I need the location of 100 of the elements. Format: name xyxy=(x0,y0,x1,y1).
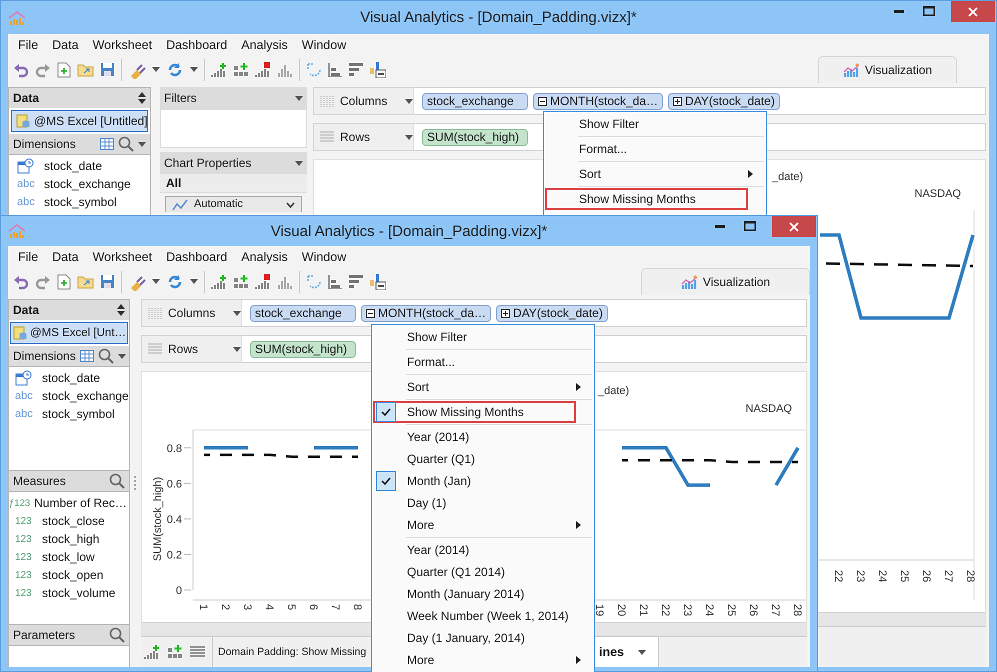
menu-bar-item[interactable]: Window xyxy=(298,36,354,54)
menu-bar-item[interactable]: Window xyxy=(298,248,354,266)
caret-icon[interactable] xyxy=(190,67,198,72)
menu-bar-item[interactable]: Data xyxy=(48,248,87,266)
field-pill[interactable]: DAY(stock_date) xyxy=(668,92,780,110)
bar-chart-remove-icon[interactable] xyxy=(255,62,271,78)
new-file-icon[interactable] xyxy=(57,62,71,78)
menu-item[interactable]: Quarter (Q1 2014) xyxy=(373,561,593,583)
redo-icon[interactable] xyxy=(35,274,51,290)
field-item[interactable]: ƒ123 Number of Rec… xyxy=(9,494,129,512)
menu-item[interactable]: Year (2014) xyxy=(373,539,593,561)
menu-bar-item[interactable]: Worksheet xyxy=(88,36,160,54)
menu-bar-item[interactable]: File xyxy=(14,36,46,54)
field-pill[interactable]: SUM(stock_high) xyxy=(250,340,356,358)
field-pill[interactable]: stock_exchange xyxy=(422,92,528,110)
menu-item[interactable]: Quarter (Q1) xyxy=(373,448,593,470)
search-icon[interactable] xyxy=(109,473,125,489)
field-pill[interactable]: MONTH(stock_da… xyxy=(533,92,664,110)
field-item[interactable]: 123 stock_high xyxy=(9,530,129,548)
collapse-icon[interactable] xyxy=(366,308,375,318)
caret-icon[interactable] xyxy=(118,354,126,358)
field-pill[interactable]: SUM(stock_high) xyxy=(422,128,528,146)
caret-icon[interactable] xyxy=(190,279,198,284)
menu-item[interactable]: Sort xyxy=(545,163,765,185)
menu-item[interactable]: Format... xyxy=(545,138,765,160)
field-item[interactable]: abc stock_symbol xyxy=(9,405,129,423)
menu-item[interactable]: Sort xyxy=(373,376,593,398)
sort-bars-icon[interactable] xyxy=(348,274,364,288)
close-button[interactable] xyxy=(951,1,995,22)
field-item[interactable]: stock_date xyxy=(9,369,129,387)
redo-icon[interactable] xyxy=(35,62,51,78)
bar-chart-remove-icon[interactable] xyxy=(255,274,271,290)
menu-item[interactable]: Month (January 2014) xyxy=(373,583,593,605)
field-pill[interactable]: MONTH(stock_da… xyxy=(361,304,492,322)
menu-bar-item[interactable]: Worksheet xyxy=(88,248,160,266)
horizontal-bars-icon[interactable] xyxy=(328,62,342,76)
bar-chart-add-icon[interactable] xyxy=(211,62,227,78)
sort-arrows-icon[interactable] xyxy=(138,92,146,104)
undo-icon[interactable] xyxy=(13,62,29,78)
folder-icon[interactable] xyxy=(77,62,94,76)
menu-bar-item[interactable]: File xyxy=(14,248,46,266)
menu-item[interactable]: Week Number (Week 1, 2014) xyxy=(373,605,593,627)
save-icon[interactable] xyxy=(100,62,115,77)
mark-type-dropdown[interactable]: Automatic xyxy=(165,196,302,212)
search-icon[interactable] xyxy=(118,136,134,152)
sort-arrows-icon[interactable] xyxy=(117,304,125,316)
list-icon[interactable] xyxy=(190,646,205,658)
data-source-item[interactable]: @MS Excel [Untitled] xyxy=(11,110,148,132)
menu-item[interactable]: Year (2014) xyxy=(373,426,593,448)
visualization-tab[interactable]: Visualization xyxy=(818,56,957,83)
field-item[interactable]: abc stock_symbol xyxy=(9,193,150,211)
field-item[interactable]: 123 stock_open xyxy=(9,566,129,584)
refresh-icon[interactable] xyxy=(166,60,184,78)
new-file-icon[interactable] xyxy=(57,274,71,290)
menu-item[interactable]: Show Missing Months xyxy=(545,188,748,210)
grid-add-icon[interactable] xyxy=(233,274,249,290)
field-item[interactable]: abc stock_exchange xyxy=(9,387,129,405)
caret-icon[interactable] xyxy=(405,98,413,104)
expand-icon[interactable] xyxy=(501,308,510,318)
save-icon[interactable] xyxy=(100,274,115,289)
refresh-icon[interactable] xyxy=(166,272,184,290)
caret-icon[interactable] xyxy=(138,142,146,146)
field-item[interactable]: 123 stock_close xyxy=(9,512,129,530)
menu-item[interactable]: Show Filter xyxy=(545,113,765,135)
caret-icon[interactable] xyxy=(233,310,241,316)
field-item[interactable]: abc stock_exchange xyxy=(9,175,150,193)
caret-icon[interactable] xyxy=(152,67,160,72)
bar-chart-add-icon[interactable] xyxy=(211,274,227,290)
menu-item[interactable]: Show Missing Months xyxy=(373,401,576,423)
search-icon[interactable] xyxy=(109,627,125,643)
menu-item[interactable]: Show Filter xyxy=(373,326,593,348)
menu-bar-item[interactable]: Dashboard xyxy=(162,36,236,54)
menu-item[interactable]: Day (1) xyxy=(373,492,593,514)
table-icon[interactable] xyxy=(80,350,94,362)
field-item[interactable]: stock_date xyxy=(9,157,150,175)
menu-item[interactable]: Month (Jan) xyxy=(373,470,593,492)
menu-bar-item[interactable]: Analysis xyxy=(237,36,296,54)
horizontal-bars-icon[interactable] xyxy=(328,274,342,288)
grid-add-icon[interactable] xyxy=(233,62,249,78)
menu-bar-item[interactable]: Analysis xyxy=(237,248,296,266)
menu-item[interactable]: More xyxy=(373,514,593,536)
table-icon[interactable] xyxy=(100,138,114,150)
field-item[interactable]: 123 stock_volume xyxy=(9,584,129,602)
caret-icon[interactable] xyxy=(405,134,413,140)
menu-bar-item[interactable]: Data xyxy=(48,36,87,54)
search-icon[interactable] xyxy=(98,348,114,364)
legend-chart-icon[interactable] xyxy=(370,62,386,78)
close-button[interactable] xyxy=(772,216,816,237)
visualization-tab[interactable]: Visualization xyxy=(641,268,810,295)
grid-add-icon[interactable] xyxy=(167,644,183,660)
field-item[interactable]: 123 stock_low xyxy=(9,548,129,566)
bar-chart-add-icon[interactable] xyxy=(144,644,160,660)
caret-icon[interactable] xyxy=(638,650,646,654)
field-pill[interactable]: stock_exchange xyxy=(250,304,356,322)
undo-icon[interactable] xyxy=(13,274,29,290)
sort-bars-icon[interactable] xyxy=(348,62,364,76)
data-source-item[interactable]: @MS Excel [Unt… xyxy=(10,322,128,344)
folder-icon[interactable] xyxy=(77,274,94,288)
expand-icon[interactable] xyxy=(673,96,682,106)
caret-icon[interactable] xyxy=(295,160,303,166)
